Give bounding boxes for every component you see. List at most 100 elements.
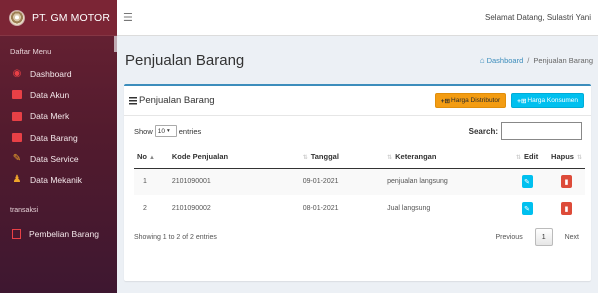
breadcrumb-home-link[interactable]: Dashboard: [487, 56, 524, 65]
wrench-icon: ✎: [12, 152, 22, 164]
harga-konsumen-label: Harga Konsumen: [527, 97, 578, 104]
sales-box: Penjualan Barang +⊞ Harga Distributor +⊞…: [124, 84, 591, 281]
folder-icon: [12, 90, 22, 100]
show-suffix: entries: [178, 126, 202, 136]
breadcrumb: ⌂ Dashboard / Penjualan Barang: [480, 56, 593, 65]
box-title: Penjualan Barang: [129, 95, 215, 106]
menu-header: Daftar Menu: [10, 47, 52, 56]
hamburger-menu-icon[interactable]: ☰: [123, 11, 133, 24]
cell-keterangan: penjualan langsung: [384, 168, 507, 195]
edit-icon: ✎: [524, 205, 531, 213]
column-label: Edit: [524, 152, 539, 162]
delete-button[interactable]: ▮: [561, 175, 572, 189]
box-header: Penjualan Barang +⊞ Harga Distributor +⊞…: [124, 86, 591, 116]
cell-no: 2: [143, 205, 147, 212]
column-header-kode[interactable]: Kode Penjualan: [168, 146, 300, 169]
plus-icon: +⊞: [440, 97, 451, 105]
home-icon: ⌂: [479, 55, 485, 65]
file-icon: [12, 229, 21, 240]
sales-table: No ▲ Kode Penjualan ⇅ Tanggal ⇅ Keterangan …: [134, 146, 585, 222]
cell-edit: ✎: [506, 168, 549, 195]
sort-icon: ⇅: [516, 155, 522, 162]
cell-no: 1: [134, 168, 169, 195]
sort-icon: ⇅: [302, 155, 308, 162]
sidebar-item-data-service[interactable]: ✎ Data Service: [0, 148, 117, 169]
sidebar-item-dashboard[interactable]: ◉ Dashboard: [0, 63, 117, 84]
cell-keterangan: Jual langsung: [387, 205, 431, 212]
column-header-tanggal[interactable]: ⇅ Tanggal: [299, 146, 385, 169]
cell-tanggal: 08-01-2021: [302, 205, 339, 212]
column-label: Kode Penjualan: [171, 152, 229, 162]
logo-icon: [9, 9, 25, 26]
length-control: Show 10 ▾ entries: [134, 125, 201, 137]
sidebar-item-label: Pembelian Barang: [29, 229, 99, 240]
harga-distributor-label: Harga Distributor: [451, 97, 501, 104]
edit-button[interactable]: ✎: [521, 202, 533, 215]
edit-button[interactable]: ✎: [521, 175, 533, 189]
search-input[interactable]: [501, 122, 582, 140]
cell-kode: 2101090002: [171, 205, 211, 212]
cell-hapus: ▮: [548, 195, 585, 222]
sort-icon: ⇅: [576, 155, 582, 162]
dashboard-icon: ◉: [12, 67, 22, 79]
column-label: Tanggal: [310, 152, 339, 162]
plus-icon: +⊞: [517, 97, 527, 105]
column-header-edit[interactable]: ⇅ Edit: [506, 146, 549, 169]
show-prefix: Show: [134, 126, 153, 136]
cell-tanggal: 09-01-2021: [299, 168, 385, 195]
folder-icon: [12, 133, 22, 143]
sidebar-item-data-mekanik[interactable]: ♟ Data Mekanik: [0, 169, 117, 190]
topbar: ☰ Selamat Datang, Sulastri Yani: [117, 0, 598, 36]
column-header-hapus[interactable]: Hapus ⇅: [548, 146, 585, 169]
harga-konsumen-button[interactable]: +⊞ Harga Konsumen: [511, 93, 584, 108]
content-header: Penjualan Barang ⌂ Dashboard / Penjualan…: [117, 36, 598, 84]
page-1-button[interactable]: 1: [534, 228, 553, 246]
sort-icon: ⇅: [387, 155, 393, 162]
section-label-transaksi: transaksi: [10, 206, 39, 214]
sidebar-item-label: Data Service: [30, 153, 79, 164]
chevron-down-icon: ▾: [167, 128, 170, 134]
cell-hapus: ▮: [548, 168, 585, 195]
cell-kode: 2101090001: [168, 168, 300, 195]
search-label: Search:: [468, 126, 498, 136]
sidebar-item-data-barang[interactable]: Data Barang: [0, 127, 117, 148]
edit-icon: ✎: [524, 178, 531, 186]
people-icon: ♟: [12, 174, 22, 186]
list-icon: [129, 96, 137, 105]
previous-button[interactable]: Previous: [490, 228, 527, 246]
pagination: Previous 1 Next: [490, 228, 584, 246]
column-label: No: [137, 152, 147, 162]
sidebar-item-label: Data Akun: [30, 89, 70, 100]
breadcrumb-current: Penjualan Barang: [533, 55, 593, 65]
user-greeting[interactable]: Selamat Datang, Sulastri Yani: [485, 13, 591, 22]
sidebar-item-data-merk[interactable]: Data Merk: [0, 106, 117, 127]
table-controls: Show 10 ▾ entries Search:: [124, 116, 591, 146]
sidebar-item-data-akun[interactable]: Data Akun: [0, 84, 117, 105]
page-title: Penjualan Barang: [125, 51, 245, 69]
next-button[interactable]: Next: [560, 228, 584, 246]
table-row: 2 2101090002 08-01-2021 Jual langsung ✎ …: [134, 195, 585, 222]
box-title-text: Penjualan Barang: [139, 95, 215, 106]
breadcrumb-separator: /: [527, 55, 530, 65]
delete-button[interactable]: ▮: [561, 202, 572, 215]
table-footer: Showing 1 to 2 of 2 entries Previous 1 N…: [124, 222, 591, 252]
folder-icon: [12, 111, 22, 121]
table-header-row: No ▲ Kode Penjualan ⇅ Tanggal ⇅ Keterangan …: [134, 146, 585, 169]
column-label: Hapus: [551, 152, 574, 162]
length-value: 10: [157, 127, 165, 135]
harga-distributor-button[interactable]: +⊞ Harga Distributor: [434, 93, 507, 108]
sidebar-item-label: Dashboard: [30, 68, 72, 79]
table-info: Showing 1 to 2 of 2 entries: [134, 233, 217, 241]
trash-icon: ▮: [564, 205, 569, 213]
cell-edit: ✎: [506, 195, 548, 222]
column-label: Keterangan: [395, 152, 437, 162]
column-header-keterangan[interactable]: ⇅ Keterangan: [384, 146, 507, 169]
trash-icon: ▮: [564, 178, 569, 186]
sidebar-item-pembelian-barang[interactable]: Pembelian Barang: [0, 224, 117, 245]
brand[interactable]: PT. GM MOTOR: [0, 0, 117, 36]
sidebar-item-label: Data Barang: [30, 132, 78, 143]
entries-length-select[interactable]: 10 ▾: [154, 125, 177, 137]
sidebar: PT. GM MOTOR Daftar Menu ◉ Dashboard Dat…: [0, 0, 117, 293]
brand-name: PT. GM MOTOR: [32, 11, 111, 24]
column-header-no[interactable]: No ▲: [134, 146, 169, 169]
